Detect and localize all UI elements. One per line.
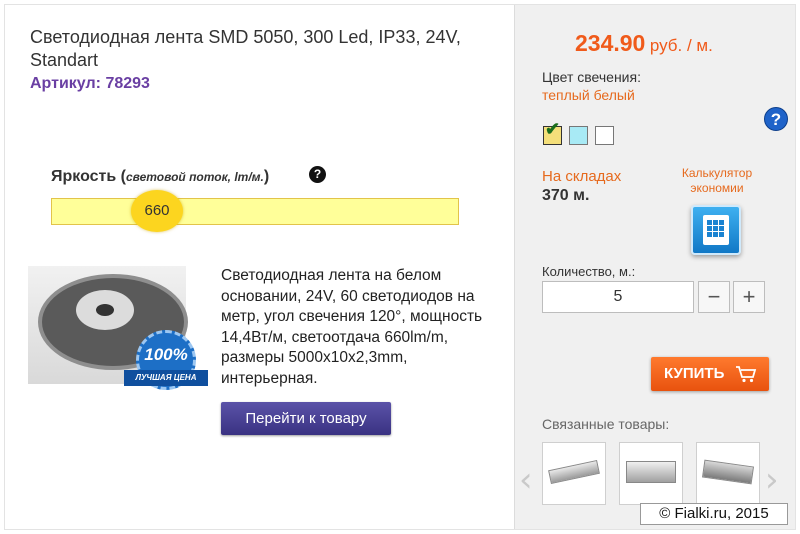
- brightness-bar: [51, 198, 459, 225]
- color-value: теплый белый: [542, 87, 635, 103]
- brightness-title: Яркость: [51, 168, 117, 185]
- purchase-sidebar: 234.90 руб. / м. Цвет свечения: теплый б…: [514, 5, 795, 529]
- chevron-left-icon[interactable]: ‹: [519, 460, 533, 500]
- goto-product-button[interactable]: Перейти к товару: [221, 402, 391, 435]
- reel-hole: [96, 304, 114, 316]
- product-panel: Светодиодная лента SMD 5050, 300 Led, IP…: [0, 0, 514, 534]
- article-value: 78293: [105, 75, 150, 92]
- quantity-label: Количество, м.:: [542, 264, 636, 279]
- badge-ribbon: ЛУЧШАЯ ЦЕНА: [124, 370, 208, 386]
- best-price-badge: 100% ЛУЧШАЯ ЦЕНА: [124, 330, 208, 404]
- calculator-keys: [707, 220, 725, 237]
- quantity-plus-button[interactable]: +: [733, 281, 765, 313]
- question-icon[interactable]: ?: [309, 166, 326, 183]
- badge-percent: 100%: [144, 345, 188, 364]
- checkmark-icon: ✔: [545, 119, 561, 139]
- cart-icon: [736, 366, 757, 383]
- product-description: Светодиодная лента на белом основании, 2…: [221, 267, 483, 387]
- copyright-watermark: © Fialki.ru, 2015: [640, 503, 788, 525]
- stock-value: 370 м.: [542, 187, 590, 204]
- swatch-cyan[interactable]: [569, 126, 588, 145]
- buy-label: КУПИТЬ: [664, 365, 725, 382]
- brightness-value: 660: [131, 190, 183, 232]
- price-value: 234.90: [575, 30, 646, 56]
- related-product-thumb[interactable]: [542, 442, 606, 505]
- profile-image: [548, 459, 600, 485]
- price-unit: руб. / м.: [649, 36, 713, 55]
- price: 234.90 руб. / м.: [575, 30, 713, 57]
- article-label: Артикул:: [30, 75, 101, 92]
- color-label: Цвет свечения:: [542, 69, 641, 85]
- related-product-thumb[interactable]: [696, 442, 760, 505]
- profile-image: [626, 461, 676, 483]
- profile-image: [701, 459, 755, 485]
- related-products-label: Связанные товары:: [542, 416, 670, 432]
- brightness-label: Яркость (световой поток, lm/м.): [51, 168, 270, 185]
- quantity-minus-button[interactable]: −: [698, 281, 730, 313]
- calculator-label[interactable]: Калькулятор экономии: [675, 166, 759, 196]
- related-product-thumb[interactable]: [619, 442, 683, 505]
- chevron-right-icon[interactable]: ›: [765, 460, 779, 500]
- brightness-sublabel: световой поток, lm/м.: [125, 170, 264, 184]
- quantity-input[interactable]: 5: [542, 281, 694, 313]
- buy-button[interactable]: КУПИТЬ: [651, 357, 769, 391]
- stock-label: На складах: [542, 168, 622, 185]
- question-circle-icon[interactable]: ?: [764, 107, 788, 131]
- calculator-button[interactable]: [691, 205, 741, 255]
- swatch-white[interactable]: [595, 126, 614, 145]
- article-number: Артикул: 78293: [30, 75, 150, 93]
- product-title: Светодиодная лента SMD 5050, 300 Led, IP…: [30, 27, 461, 70]
